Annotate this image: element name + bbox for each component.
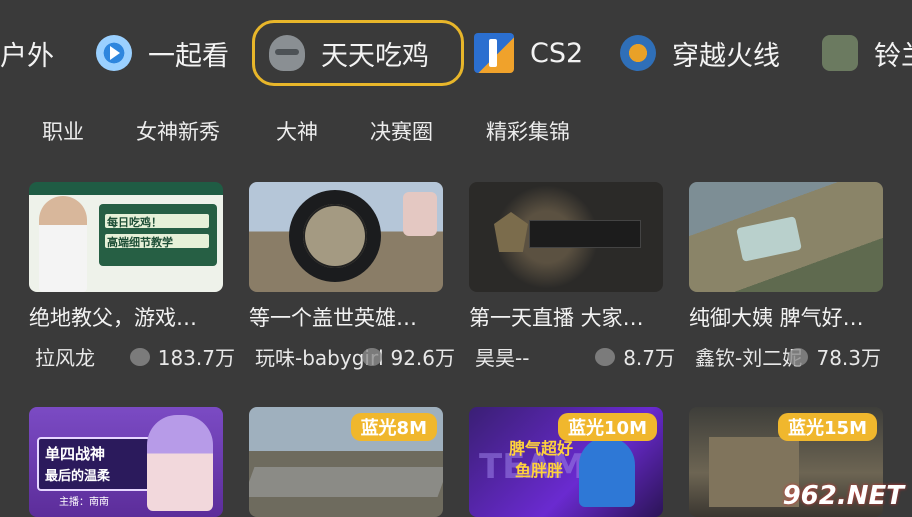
anime-avatar <box>147 415 213 511</box>
flame-icon <box>129 347 150 366</box>
road-image <box>249 467 443 497</box>
heat-count: 183.7万 <box>157 346 235 370</box>
quality-badge: 蓝光15M <box>778 413 877 441</box>
game-icon <box>822 35 858 71</box>
flame-icon <box>788 347 809 366</box>
quality-badge: 蓝光8M <box>350 413 437 441</box>
stream-card[interactable]: 每日吃鸡！ 高端细节教学 绝地教父，游戏… 拉风龙 183.7万 <box>29 182 235 370</box>
tab-cs2[interactable]: CS2 <box>474 20 583 86</box>
game-panel <box>529 220 641 248</box>
stream-card[interactable]: 单四战神 最后的温柔 主播：南南 <box>29 407 223 517</box>
heat-value: 78.3万 <box>788 342 881 371</box>
streamer-cam <box>403 192 437 236</box>
thumb-text: 单四战神 <box>45 445 106 463</box>
subtab-highlights[interactable]: 精彩集锦 <box>486 116 570 146</box>
game-category-bar: 户外 一起看 天天吃鸡 CS2 穿越火线 铃兰 <box>0 0 912 108</box>
scope-image <box>289 190 381 282</box>
tab-outdoor[interactable]: 户外 <box>0 20 54 86</box>
stream-card[interactable]: TEAM 脾气超好 鱼胖胖 蓝光10M <box>469 407 663 517</box>
tab-pubg[interactable]: 天天吃鸡 <box>252 20 464 86</box>
stream-thumbnail[interactable]: 蓝光8M <box>249 407 443 517</box>
flame-icon <box>595 347 616 366</box>
stream-thumbnail[interactable]: 单四战神 最后的温柔 主播：南南 <box>29 407 223 517</box>
stream-title: 等一个盖世英雄… <box>249 306 417 330</box>
tab-label: 户外 <box>0 40 54 72</box>
thumb-text: 主播：南南 <box>59 497 109 508</box>
stream-thumbnail[interactable] <box>249 182 443 292</box>
crossfire-icon <box>620 35 656 71</box>
thumb-text: 鱼胖胖 <box>515 461 564 480</box>
cs2-icon <box>474 33 514 73</box>
watermark-logo: 962.NET <box>782 481 904 511</box>
subtab-pro[interactable]: 职业 <box>42 116 84 146</box>
helmet-icon <box>269 35 305 71</box>
heat-value: 183.7万 <box>129 342 235 371</box>
stream-title: 第一天直播 大家… <box>469 306 644 330</box>
heat-count: 92.6万 <box>390 346 455 370</box>
streamer-name: 鑫钦-刘二妮 <box>695 346 803 370</box>
tab-watch-together[interactable]: 一起看 <box>96 20 229 86</box>
subtab-goddess[interactable]: 女神新秀 <box>136 116 220 146</box>
stream-title: 绝地教父，游戏… <box>29 306 197 330</box>
mascot-image <box>579 437 635 507</box>
thumb-text: 高端细节教学 <box>107 236 173 249</box>
heat-count: 78.3万 <box>816 346 881 370</box>
stream-card[interactable]: 蓝光8M <box>249 407 443 517</box>
heat-count: 8.7万 <box>623 346 675 370</box>
thumb-text: 最后的温柔 <box>45 469 111 484</box>
tab-label: 穿越火线 <box>672 40 780 72</box>
streamer-name: 昊昊-- <box>475 346 530 370</box>
streamer-photo <box>39 196 87 292</box>
video-icon <box>96 35 132 71</box>
subtab-master[interactable]: 大神 <box>276 116 318 146</box>
quality-badge: 蓝光10M <box>558 413 657 441</box>
tab-label: 铃兰 <box>874 40 912 72</box>
stream-title: 纯御大姨 脾气好… <box>689 306 864 330</box>
sub-category-bar: 职业 女神新秀 大神 决赛圈 精彩集锦 <box>0 108 912 152</box>
tab-label: 天天吃鸡 <box>321 40 429 72</box>
flame-icon <box>362 347 383 366</box>
stream-thumbnail[interactable]: TEAM 脾气超好 鱼胖胖 蓝光10M <box>469 407 663 517</box>
stream-card[interactable]: 等一个盖世英雄… 玩味-babygirl 92.6万 <box>249 182 455 370</box>
heat-value: 8.7万 <box>595 342 675 371</box>
stream-card[interactable]: 第一天直播 大家… 昊昊-- 8.7万 <box>469 182 675 370</box>
thumb-text: 每日吃鸡！ <box>107 216 162 229</box>
subtab-final-circle[interactable]: 决赛圈 <box>370 116 433 146</box>
tab-label: CS2 <box>530 37 584 69</box>
stream-thumbnail[interactable] <box>469 182 663 292</box>
rank-emblem <box>494 212 528 252</box>
stream-thumbnail[interactable]: 每日吃鸡！ 高端细节教学 <box>29 182 223 292</box>
tab-crossfire[interactable]: 穿越火线 <box>620 20 780 86</box>
tab-linglan[interactable]: 铃兰 <box>822 20 912 86</box>
stream-thumbnail[interactable] <box>689 182 883 292</box>
vehicle-image <box>736 216 802 262</box>
heat-value: 92.6万 <box>362 342 455 371</box>
stream-card[interactable]: 纯御大姨 脾气好… 鑫钦-刘二妮 78.3万 <box>689 182 883 370</box>
tab-label: 一起看 <box>148 40 229 72</box>
streamer-name: 拉风龙 <box>35 346 95 370</box>
